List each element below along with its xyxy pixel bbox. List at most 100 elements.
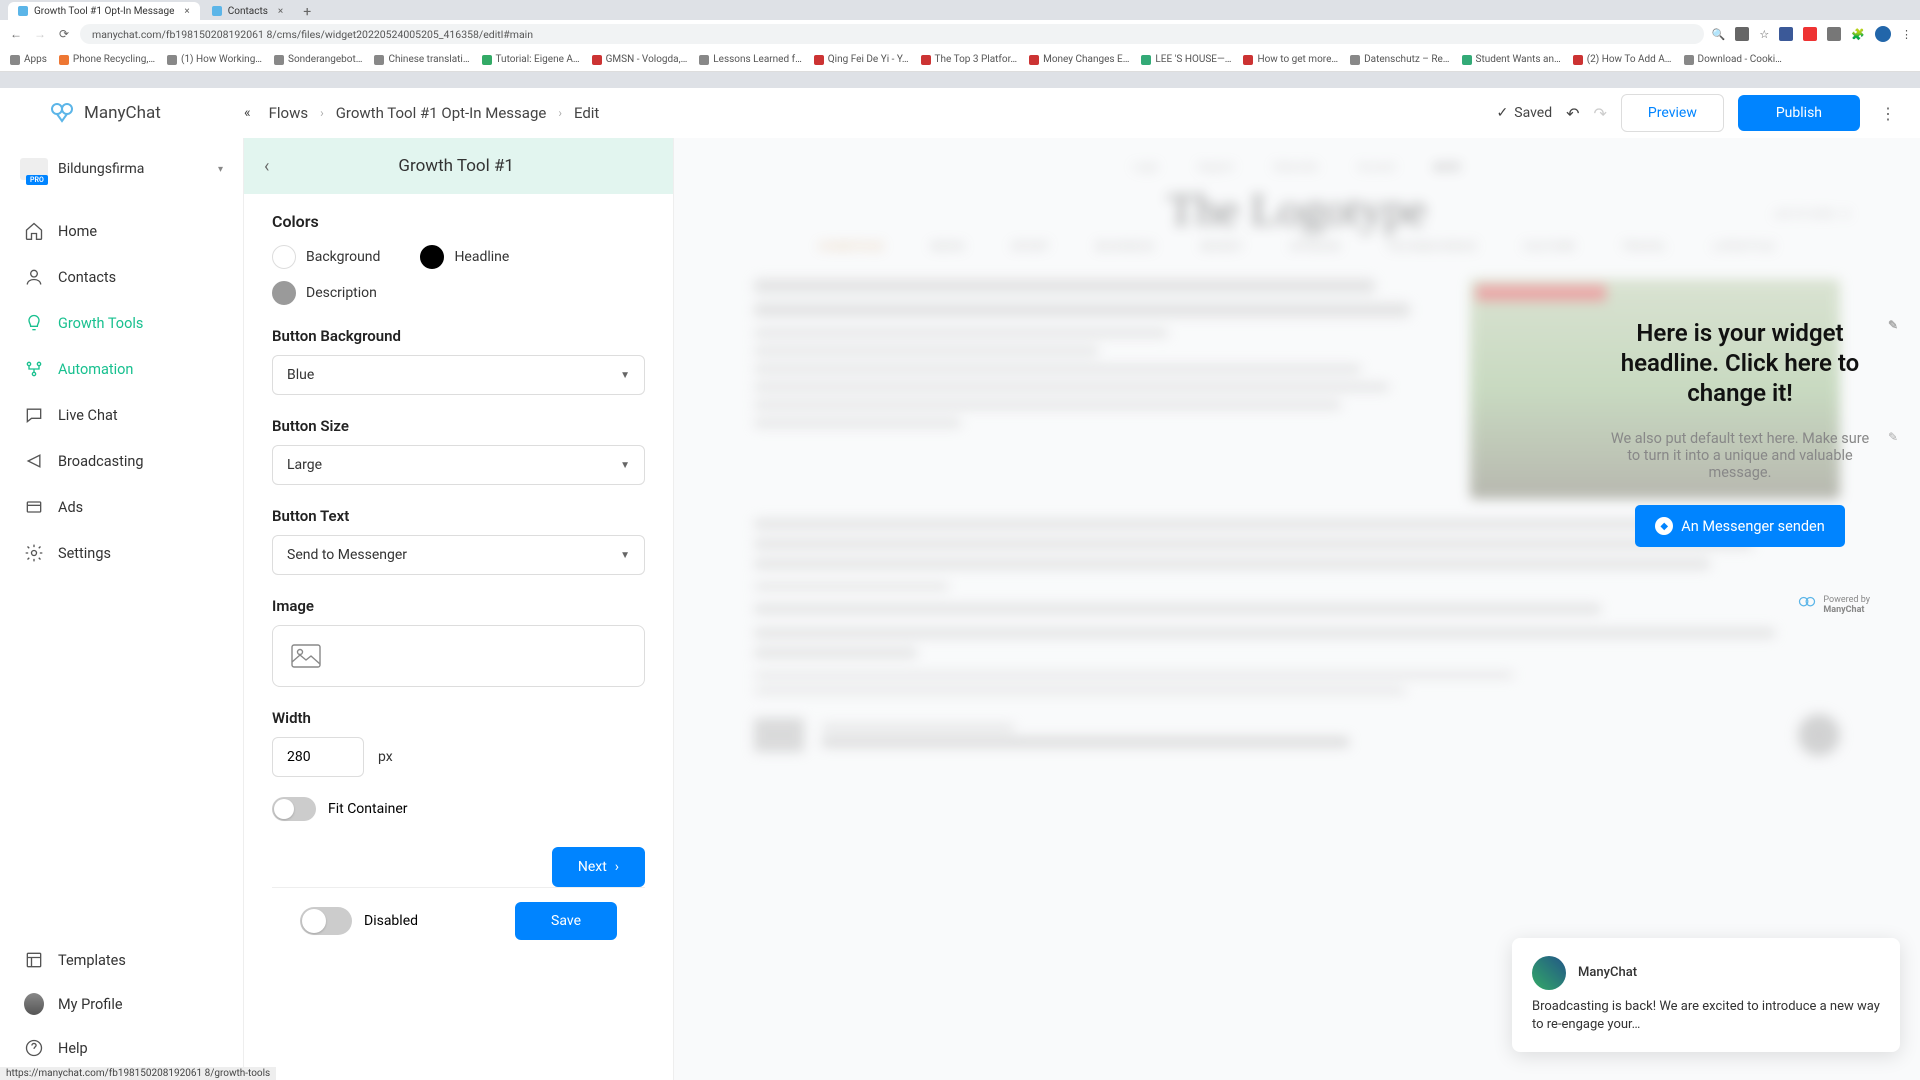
growth-icon	[24, 313, 44, 333]
widget-headline[interactable]: ✎Here is your widget headline. Click her…	[1610, 318, 1870, 408]
sidebar-item-automation[interactable]: Automation	[0, 346, 243, 392]
widget-messenger-button[interactable]: ◆ An Messenger senden	[1635, 505, 1844, 547]
color-headline[interactable]: Headline	[420, 245, 509, 269]
sidebar: PRO Bildungsfirma ▾ Home Contacts Growth…	[0, 138, 244, 1080]
widget-description[interactable]: ✎We also put default text here. Make sur…	[1610, 430, 1870, 481]
publish-button[interactable]: Publish	[1738, 95, 1860, 131]
manychat-logo-icon	[50, 101, 74, 125]
back-icon[interactable]: ←	[8, 26, 24, 42]
star-icon[interactable]: ☆	[1759, 28, 1769, 41]
bookmark-item[interactable]: Apps	[10, 54, 47, 65]
bookmark-item[interactable]: (2) How To Add A…	[1573, 54, 1672, 65]
bookmark-item[interactable]: Chinese translati…	[374, 54, 469, 65]
sidebar-item-contacts[interactable]: Contacts	[0, 254, 243, 300]
close-icon[interactable]: ×	[278, 6, 283, 17]
url-field[interactable]: manychat.com/fb198150208192061 8/cms/fil…	[80, 24, 1704, 44]
breadcrumb-tool[interactable]: Growth Tool #1 Opt-In Message	[336, 104, 547, 122]
ext-icon[interactable]	[1779, 27, 1793, 41]
sidebar-item-help[interactable]: Help	[0, 1026, 243, 1070]
more-icon[interactable]: ⋮	[1874, 104, 1902, 123]
fit-container-toggle[interactable]	[272, 797, 316, 821]
btn-text-select[interactable]: Send to Messenger▼	[272, 535, 645, 575]
org-switcher[interactable]: PRO Bildungsfirma ▾	[0, 146, 243, 196]
bookmark-item[interactable]: LEE 'S HOUSE—…	[1141, 54, 1231, 65]
collapse-sidebar-icon[interactable]: «	[244, 105, 251, 121]
enabled-toggle[interactable]	[300, 907, 352, 935]
bookmark-bar: Apps Phone Recycling,… (1) How Working… …	[0, 48, 1920, 72]
bookmark-item[interactable]: Money Changes E…	[1029, 54, 1129, 65]
ext-icon[interactable]	[1803, 27, 1817, 41]
bookmark-item[interactable]: Tutorial: Eigene A…	[482, 54, 580, 65]
bookmark-item[interactable]: Sonderangebot…	[274, 54, 362, 65]
breadcrumb-edit: Edit	[574, 104, 599, 122]
btn-bg-select[interactable]: Blue▼	[272, 355, 645, 395]
bookmark-item[interactable]: Qing Fei De Yi - Y…	[814, 54, 909, 65]
preview-canvas: LoginSupportSubscribeAccount■ Edit The L…	[674, 138, 1920, 1080]
browser-tab[interactable]: Growth Tool #1 Opt-In Message ×	[8, 2, 200, 20]
sidebar-item-growth-tools[interactable]: Growth Tools	[0, 300, 243, 346]
btn-size-select[interactable]: Large▼	[272, 445, 645, 485]
powered-by[interactable]: Powered byManyChat	[1610, 595, 1870, 615]
menu-icon[interactable]: ⋮	[1901, 28, 1912, 41]
home-icon	[24, 221, 44, 241]
panel-back-icon[interactable]: ‹	[264, 156, 269, 177]
sidebar-item-broadcasting[interactable]: Broadcasting	[0, 438, 243, 484]
share-icon[interactable]	[1735, 27, 1749, 41]
bookmark-item[interactable]: The Top 3 Platfor…	[921, 54, 1018, 65]
bookmark-item[interactable]: Datenschutz – Re…	[1350, 54, 1449, 65]
image-upload[interactable]	[272, 625, 645, 687]
bookmark-item[interactable]: (1) How Working…	[167, 54, 262, 65]
swatch-icon	[420, 245, 444, 269]
check-icon: ✓	[1497, 105, 1509, 121]
width-label: Width	[272, 709, 645, 727]
color-background[interactable]: Background	[272, 245, 380, 269]
btn-size-label: Button Size	[272, 417, 645, 435]
sidebar-item-templates[interactable]: Templates	[0, 938, 243, 982]
width-unit: px	[378, 749, 393, 765]
zoom-icon[interactable]: 🔍	[1712, 28, 1726, 41]
bookmark-item[interactable]: GMSN - Vologda,…	[592, 54, 688, 65]
automation-icon	[24, 359, 44, 379]
undo-button[interactable]: ↶	[1566, 104, 1579, 123]
new-tab-button[interactable]: +	[295, 4, 319, 20]
app-logo[interactable]: ManyChat	[0, 88, 244, 138]
ext-icon[interactable]	[1827, 27, 1841, 41]
gear-icon	[24, 543, 44, 563]
sidebar-item-settings[interactable]: Settings	[0, 530, 243, 576]
breadcrumb-flows[interactable]: Flows	[269, 104, 309, 122]
sidebar-item-live-chat[interactable]: Live Chat	[0, 392, 243, 438]
bookmark-item[interactable]: How to get more…	[1243, 54, 1338, 65]
tab-title: Growth Tool #1 Opt-In Message	[34, 6, 174, 17]
chat-icon	[24, 405, 44, 425]
browser-tab[interactable]: Contacts×	[202, 2, 293, 20]
notification-toast[interactable]: ManyChat Broadcasting is back! We are ex…	[1512, 938, 1900, 1052]
edit-icon[interactable]: ✎	[1888, 430, 1898, 444]
edit-icon[interactable]: ✎	[1888, 318, 1898, 333]
close-icon[interactable]: ×	[184, 6, 189, 17]
puzzle-icon[interactable]: 🧩	[1851, 28, 1865, 41]
status-bar: https://manychat.com/fb198150208192061 8…	[0, 1067, 276, 1080]
forward-icon[interactable]: →	[32, 26, 48, 42]
pro-badge: PRO	[26, 175, 48, 185]
sidebar-item-ads[interactable]: Ads	[0, 484, 243, 530]
bookmark-item[interactable]: Download - Cooki…	[1684, 54, 1782, 65]
sidebar-item-home[interactable]: Home	[0, 208, 243, 254]
width-input[interactable]	[272, 737, 364, 777]
bookmark-item[interactable]: Lessons Learned f…	[699, 54, 802, 65]
reload-icon[interactable]: ⟳	[56, 26, 72, 42]
chevron-down-icon: ▾	[218, 164, 223, 175]
save-button[interactable]: Save	[515, 902, 617, 940]
chevron-down-icon: ▼	[620, 550, 630, 561]
org-name: Bildungsfirma	[58, 161, 208, 177]
panel-title: Growth Tool #1	[289, 156, 623, 176]
color-description[interactable]: Description	[272, 281, 377, 305]
sidebar-item-profile[interactable]: My Profile	[0, 982, 243, 1026]
next-button[interactable]: Next›	[552, 847, 645, 887]
bookmark-item[interactable]: Phone Recycling,…	[59, 54, 155, 65]
chevron-down-icon: ▼	[620, 370, 630, 381]
avatar-icon	[24, 994, 44, 1014]
bookmark-item[interactable]: Student Wants an…	[1462, 54, 1561, 65]
preview-button[interactable]: Preview	[1621, 94, 1724, 132]
redo-button: ↷	[1594, 104, 1607, 123]
avatar-icon[interactable]	[1875, 26, 1891, 42]
